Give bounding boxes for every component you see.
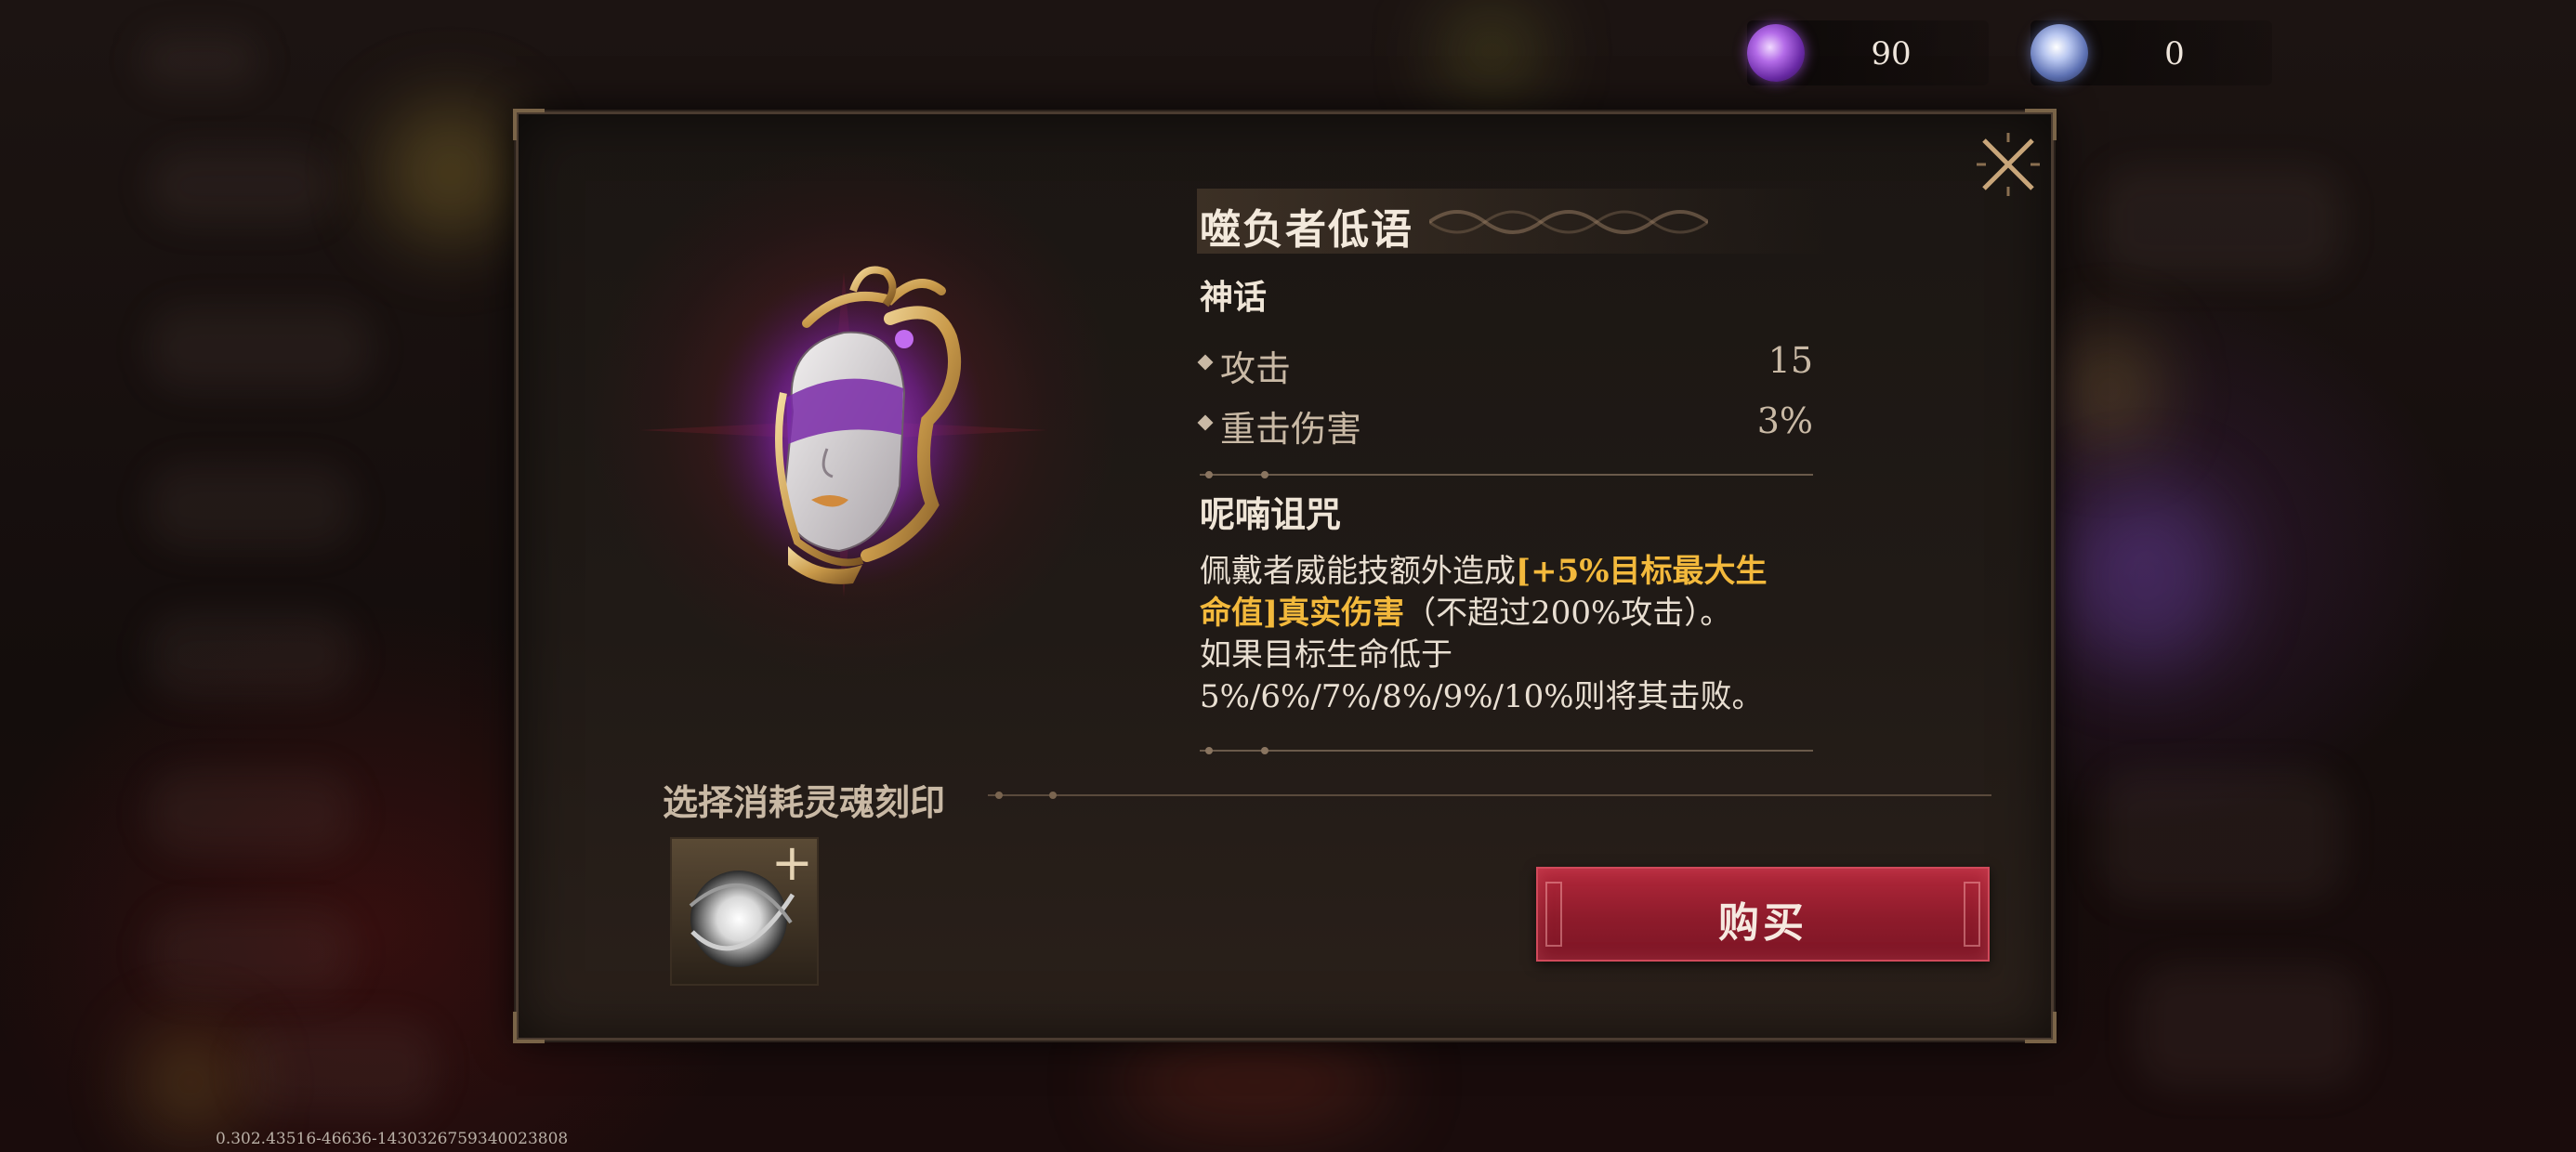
rarity-label: 神话 bbox=[1200, 278, 1268, 317]
skill-desc-text: 佩戴者威能技额外造成 bbox=[1200, 553, 1516, 590]
bg-blur-shape bbox=[149, 910, 353, 994]
bg-blur-shape bbox=[139, 33, 260, 88]
currency-purple: 90 bbox=[1747, 20, 1989, 85]
plus-icon: + bbox=[770, 833, 813, 892]
skill-desc-text: 如果目标生命低于5%/6%/7%/8%/9%/10%则将其击败。 bbox=[1200, 636, 1764, 715]
skill-description: 佩戴者威能技额外造成[+5%目标最大生命值]真实伤害（不超过200%攻击）。 如… bbox=[1200, 551, 1785, 718]
bg-glow bbox=[1115, 1031, 1394, 1133]
frame-corner bbox=[513, 109, 545, 140]
bg-blur-shape bbox=[149, 149, 335, 223]
bg-blur-shape bbox=[149, 465, 353, 548]
purple-soul-orb-icon bbox=[1747, 24, 1805, 82]
divider bbox=[1200, 747, 1813, 754]
bg-glow bbox=[2063, 334, 2156, 446]
bg-blur-shape bbox=[149, 307, 372, 390]
skill-desc-text: （不超过200%攻击）。 bbox=[1404, 595, 1732, 632]
stat-value: 15 bbox=[1768, 340, 1813, 381]
divider bbox=[988, 792, 1991, 799]
stat-row: 攻击 15 bbox=[1197, 340, 1813, 389]
bg-glow bbox=[381, 102, 520, 242]
skill-name: 呢喃诅咒 bbox=[1200, 493, 1342, 535]
build-id: 0.302.43516-46636-1430326759340023808 bbox=[216, 1130, 569, 1148]
divider bbox=[1200, 471, 1813, 478]
close-icon bbox=[1977, 133, 2040, 196]
bg-blur-shape bbox=[2137, 966, 2360, 1087]
section-title: 选择消耗灵魂刻印 bbox=[663, 781, 946, 823]
blue-soul-orb-icon bbox=[2031, 24, 2088, 82]
bullet-diamond-icon bbox=[1197, 354, 1214, 371]
bg-blur-shape bbox=[149, 771, 353, 855]
item-name: 噬负者低语 bbox=[1200, 206, 1413, 254]
ornament-icon bbox=[1429, 210, 1708, 234]
bg-blur-shape bbox=[2100, 771, 2342, 901]
currency-blue: 0 bbox=[2031, 20, 2272, 85]
buy-button[interactable]: 购买 bbox=[1536, 867, 1990, 962]
currency-amount: 90 bbox=[1871, 35, 1912, 72]
stat-row: 重击伤害 3% bbox=[1197, 400, 1813, 450]
frame-corner bbox=[2025, 1012, 2057, 1043]
ornate-mask-icon bbox=[621, 235, 1067, 625]
bg-blur-shape bbox=[2100, 167, 2342, 279]
buy-button-label: 购买 bbox=[1718, 899, 1807, 947]
currency-amount: 0 bbox=[2164, 35, 2185, 72]
bg-glow bbox=[2063, 483, 2230, 669]
bg-blur-shape bbox=[242, 1022, 437, 1115]
stat-label: 攻击 bbox=[1220, 348, 1292, 389]
bullet-diamond-icon bbox=[1197, 414, 1214, 431]
bg-blur-shape bbox=[149, 613, 353, 697]
close-button[interactable] bbox=[1973, 129, 2044, 200]
bg-glow bbox=[1440, 9, 1543, 93]
soul-imprint-slot[interactable]: + bbox=[670, 837, 819, 986]
item-purchase-dialog: 噬负者低语 神话 攻击 15 重击伤害 3% 呢喃诅咒 佩戴者威能技额外造成[+… bbox=[513, 109, 2057, 1043]
stat-value: 3% bbox=[1756, 400, 1813, 441]
stat-label: 重击伤害 bbox=[1220, 409, 1362, 450]
bg-glow bbox=[139, 1031, 242, 1133]
game-scene: 90 0 噬负者低语 神话 攻击 15 重击伤害 3% 呢喃诅咒 佩戴者威能技额… bbox=[0, 0, 2576, 1152]
frame-corner bbox=[513, 1012, 545, 1043]
